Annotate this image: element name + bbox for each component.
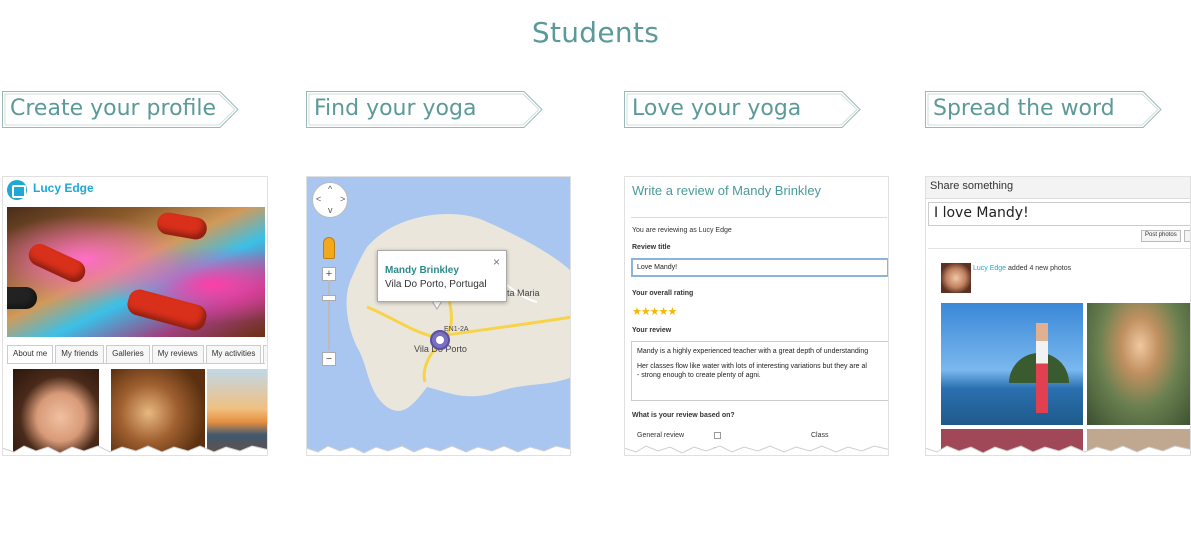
avatar[interactable] — [941, 263, 971, 293]
step-love-yoga: Love your yoga — [624, 91, 862, 128]
page-title: Students — [531, 16, 660, 49]
share-header-label: Share something — [930, 180, 1014, 192]
zoom-slider-track[interactable] — [328, 280, 330, 350]
zoom-out-button[interactable]: − — [322, 352, 336, 366]
your-review-label: Your review — [632, 327, 672, 334]
teacher-location: Vila Do Porto, Portugal — [385, 279, 487, 290]
profile-name[interactable]: Lucy Edge — [33, 181, 94, 195]
tab-about-me[interactable]: About me — [7, 345, 54, 363]
bolster-shape — [124, 287, 210, 333]
tab-favourites[interactable]: Fa — [263, 345, 267, 363]
step-spread-word: Spread the word — [925, 91, 1163, 128]
review-line: Mandy is a highly experienced teacher wi… — [637, 348, 869, 355]
map-marker-icon[interactable] — [430, 330, 450, 350]
pan-left-icon[interactable]: < — [316, 194, 321, 204]
activity-action: added 4 new photos — [1006, 265, 1072, 272]
rating-label: Your overall rating — [632, 290, 694, 297]
general-review-checkbox[interactable] — [714, 432, 721, 439]
step-label: Create your profile — [10, 96, 217, 121]
post-photos-button[interactable]: Post photos — [1141, 230, 1181, 242]
review-line: - strong enough to create plenty of agni… — [637, 372, 761, 379]
bolster-shape — [7, 287, 37, 309]
close-icon[interactable]: × — [493, 255, 500, 269]
torn-edge — [926, 445, 1190, 455]
site-logo-icon[interactable] — [7, 180, 27, 200]
tab-galleries[interactable]: Galleries — [106, 345, 150, 363]
profile-header: Lucy Edge — [3, 177, 267, 203]
tabs-divider — [7, 363, 265, 364]
option-general-label: General review — [637, 432, 685, 439]
shared-photo[interactable] — [941, 303, 1083, 425]
share-preview-panel: Share something I love Mandy! Post photo… — [925, 176, 1191, 456]
activity-user-link[interactable]: Lucy Edge — [973, 265, 1006, 272]
bolster-shape — [155, 210, 209, 242]
reviewing-as-text: You are reviewing as Lucy Edge — [632, 227, 732, 234]
review-line: Her classes flow like water with lots of… — [637, 363, 867, 370]
pan-right-icon[interactable]: > — [340, 194, 345, 204]
tab-my-activities[interactable]: My activities — [205, 345, 262, 363]
bolster-shape — [25, 240, 89, 286]
torn-edge — [625, 445, 888, 455]
review-preview-panel: Write a review of Mandy Brinkley You are… — [624, 176, 889, 456]
based-on-label: What is your review based on? — [632, 412, 735, 419]
star-rating-icon[interactable]: ★★★★★ — [632, 305, 677, 318]
profile-tabs: About me My friends Galleries My reviews… — [7, 345, 267, 363]
activity-text: Lucy Edge added 4 new photos — [973, 265, 1071, 272]
step-label: Spread the word — [933, 96, 1115, 121]
review-title-input[interactable]: Love Mandy! — [631, 258, 888, 277]
map-road-label: EN1-2A — [444, 326, 469, 333]
pan-down-icon[interactable]: v — [328, 205, 333, 215]
share-header: Share something — [926, 177, 1190, 199]
map-info-window: Mandy Brinkley Vila Do Porto, Portugal × — [377, 250, 507, 302]
photo-detail — [1036, 323, 1048, 413]
torn-edge — [307, 445, 570, 455]
teacher-name-link[interactable]: Mandy Brinkley — [385, 265, 459, 276]
map-pan-control[interactable]: ^ v < > — [312, 182, 348, 218]
step-create-profile: Create your profile — [2, 91, 240, 128]
review-title-label: Review title — [632, 244, 671, 251]
review-divider — [631, 217, 887, 218]
tab-my-reviews[interactable]: My reviews — [151, 345, 204, 363]
map-canvas[interactable] — [307, 177, 570, 455]
share-input[interactable]: I love Mandy! — [928, 202, 1190, 226]
island-shape — [346, 214, 570, 411]
share-divider — [928, 248, 1190, 249]
pan-up-icon[interactable]: ^ — [328, 184, 332, 194]
step-label: Love your yoga — [632, 96, 802, 121]
option-class-label: Class — [811, 432, 829, 439]
review-heading: Write a review of Mandy Brinkley — [632, 183, 822, 198]
step-label: Find your yoga — [314, 96, 477, 121]
zoom-in-button[interactable]: + — [322, 267, 336, 281]
shared-photo[interactable] — [1087, 303, 1190, 425]
map-place-label: ta Maria — [507, 288, 540, 298]
step-find-yoga: Find your yoga — [306, 91, 544, 128]
map-preview-panel: ^ v < > + − Mandy Brinkley Vila Do Porto… — [306, 176, 571, 456]
post-button[interactable] — [1184, 230, 1190, 242]
tab-my-friends[interactable]: My friends — [55, 345, 105, 363]
torn-edge — [3, 445, 267, 455]
profile-preview-panel: Lucy Edge About me My friends Galleries … — [2, 176, 268, 456]
street-view-pegman-icon[interactable] — [323, 237, 335, 259]
yoga-studio-photo — [7, 207, 265, 337]
zoom-slider-handle[interactable] — [322, 295, 336, 301]
review-textarea[interactable]: Mandy is a highly experienced teacher wi… — [631, 341, 888, 401]
